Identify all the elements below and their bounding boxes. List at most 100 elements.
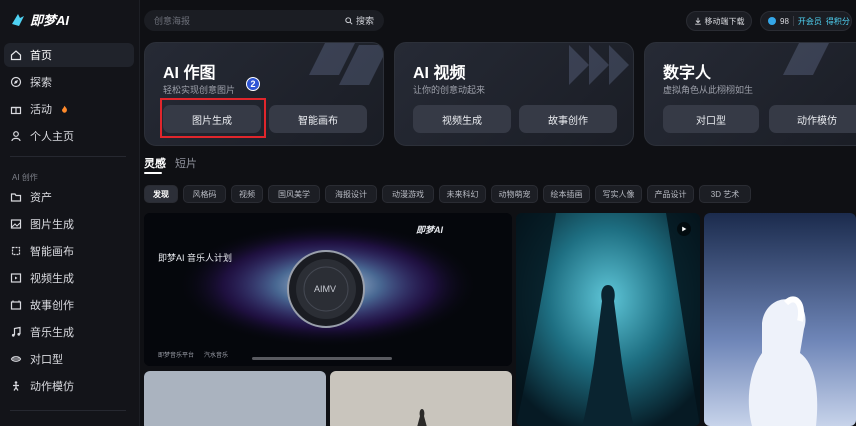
card-subtitle: 轻松实现创意图片 xyxy=(163,85,236,95)
pill-separator xyxy=(792,16,794,26)
white-horse-image xyxy=(704,213,856,426)
banner-disc-text: AIMV xyxy=(314,284,337,294)
credits-pill[interactable]: 98 开会员 得积分 xyxy=(760,11,852,31)
home-icon xyxy=(10,50,22,61)
sidebar-item-label: 对口型 xyxy=(30,354,63,366)
card-ai-video: AI 视频 让你的创意动起来 视频生成 故事创作 xyxy=(394,42,634,146)
sidebar-item-label: 故事创作 xyxy=(30,300,74,312)
banner-headline: 即梦AI 音乐人计划 xyxy=(158,253,233,263)
image-icon xyxy=(10,219,22,229)
video-indicator xyxy=(677,222,691,236)
category-chip[interactable]: 3D 艺术 xyxy=(699,185,751,203)
search-icon xyxy=(345,16,353,25)
tab-short-film[interactable]: 短片 xyxy=(175,155,197,171)
card-subtitle: 虚拟角色从此栩栩如生 xyxy=(663,85,754,95)
sidebar-item-story[interactable]: 故事创作 xyxy=(4,293,134,317)
category-chip[interactable]: 绘本插画 xyxy=(543,185,590,203)
category-chip[interactable]: 写实人像 xyxy=(595,185,642,203)
feed-image-tile[interactable] xyxy=(330,371,512,426)
feed-image-tile[interactable] xyxy=(704,213,856,426)
grey-sky-image xyxy=(144,371,326,426)
sidebar-item-label: 视频生成 xyxy=(30,273,74,285)
category-chip[interactable]: 未来科幻 xyxy=(439,185,486,203)
sidebar: 即梦AI 首页 探索 活动 个人主页 AI 创作 资产 图片生成 智能画布 视频… xyxy=(0,0,140,426)
mobile-download-button[interactable]: 移动端下载 xyxy=(686,11,752,31)
play-icon xyxy=(682,226,687,232)
image-gen-button[interactable]: 图片生成 xyxy=(163,105,261,133)
sidebar-item-motion[interactable]: 动作模仿 xyxy=(4,374,134,398)
tab-underline xyxy=(144,172,162,174)
logo[interactable]: 即梦AI xyxy=(10,10,69,29)
sidebar-item-label: 智能画布 xyxy=(30,246,74,258)
sidebar-item-label: 探索 xyxy=(30,77,52,89)
card-decoration xyxy=(783,43,829,75)
cave-figure-image xyxy=(516,213,700,426)
sidebar-item-music[interactable]: 音乐生成 xyxy=(4,320,134,344)
story-create-button[interactable]: 故事创作 xyxy=(519,105,617,133)
tab-inspiration[interactable]: 灵感 xyxy=(144,155,166,171)
motion-icon xyxy=(13,381,19,391)
search-button[interactable]: 搜索 xyxy=(345,14,374,27)
smart-canvas-button[interactable]: 智能画布 xyxy=(269,105,367,133)
category-chip[interactable]: 动漫游戏 xyxy=(382,185,434,203)
sidebar-section-label: AI 创作 xyxy=(12,173,38,182)
member-link[interactable]: 开会员 xyxy=(798,16,822,27)
banner-footer-left: 即梦音乐平台 xyxy=(158,353,195,359)
sidebar-divider xyxy=(10,156,126,157)
compass-icon xyxy=(10,76,22,88)
card-digital-human: 数字人 虚拟角色从此栩栩如生 对口型 动作模仿 xyxy=(644,42,856,146)
canvas-icon xyxy=(11,246,21,256)
step-badge: 2 xyxy=(246,77,260,91)
feed-image-tile[interactable] xyxy=(144,371,326,426)
download-label: 移动端下载 xyxy=(704,16,745,26)
sidebar-item-label: 图片生成 xyxy=(30,219,74,231)
fire-icon xyxy=(62,105,67,113)
lipsync-button[interactable]: 对口型 xyxy=(663,105,759,133)
category-chip[interactable]: 发现 xyxy=(144,185,178,203)
download-icon xyxy=(694,17,701,25)
sidebar-item-explore[interactable]: 探索 xyxy=(4,70,134,94)
sidebar-item-profile[interactable]: 个人主页 xyxy=(4,124,134,148)
sidebar-divider xyxy=(10,410,126,411)
feed-banner[interactable]: 即梦AI 即梦AI 音乐人计划 AIMV 即梦音乐平台 汽水音乐 xyxy=(144,213,512,366)
app-root: 即梦AI 首页 探索 活动 个人主页 AI 创作 资产 图片生成 智能画布 视频… xyxy=(0,0,856,426)
card-subtitle: 让你的创意动起来 xyxy=(413,85,486,95)
category-chip[interactable]: 产品设计 xyxy=(647,185,694,203)
sidebar-item-image-gen[interactable]: 图片生成 xyxy=(4,212,134,236)
folder-icon xyxy=(10,193,22,202)
category-chip[interactable]: 风格码 xyxy=(183,185,226,203)
sidebar-item-label: 首页 xyxy=(30,50,52,62)
sidebar-item-activity[interactable]: 活动 xyxy=(4,97,134,121)
logo-text: 即梦AI xyxy=(30,13,70,28)
earn-credits-link[interactable]: 得积分 xyxy=(826,16,850,27)
misty-figure-image xyxy=(330,371,512,426)
video-icon xyxy=(10,273,22,283)
category-chip[interactable]: 海报设计 xyxy=(325,185,377,203)
motion-mimic-button[interactable]: 动作模仿 xyxy=(769,105,856,133)
credit-coin-icon xyxy=(768,17,776,25)
gift-icon xyxy=(10,106,22,115)
logo-icon xyxy=(12,13,24,26)
sidebar-item-video-gen[interactable]: 视频生成 xyxy=(4,266,134,290)
sidebar-item-lipsync[interactable]: 对口型 xyxy=(4,347,134,371)
category-chip[interactable]: 动物萌宠 xyxy=(491,185,538,203)
category-chip[interactable]: 国风美学 xyxy=(268,185,320,203)
sidebar-item-label: 活动 xyxy=(30,104,52,116)
sidebar-item-label: 动作模仿 xyxy=(30,381,74,393)
search-input[interactable]: 创意海报 xyxy=(154,14,345,27)
sidebar-item-label: 音乐生成 xyxy=(30,327,74,339)
card-title: AI 作图 xyxy=(163,65,216,82)
sidebar-item-assets[interactable]: 资产 xyxy=(4,185,134,209)
story-icon xyxy=(10,300,22,310)
feed-image-tile[interactable] xyxy=(516,213,700,426)
search-bar[interactable]: 创意海报 搜索 xyxy=(144,10,384,31)
sidebar-item-label: 个人主页 xyxy=(30,131,74,143)
sidebar-item-home[interactable]: 首页 xyxy=(4,43,134,67)
card-ai-image: AI 作图 轻松实现创意图片 图片生成 智能画布 xyxy=(144,42,384,146)
video-gen-button[interactable]: 视频生成 xyxy=(413,105,511,133)
card-decoration xyxy=(569,45,629,85)
category-chip[interactable]: 视频 xyxy=(231,185,263,203)
credit-count: 98 xyxy=(780,16,789,26)
sidebar-item-canvas[interactable]: 智能画布 xyxy=(4,239,134,263)
card-title: AI 视频 xyxy=(413,65,466,82)
